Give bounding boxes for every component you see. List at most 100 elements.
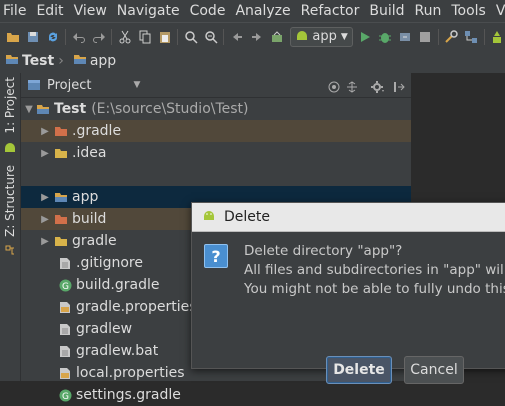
android-icon bbox=[4, 138, 16, 157]
hide-panel-icon[interactable] bbox=[393, 78, 405, 97]
run-config-select[interactable]: app ▼ bbox=[290, 26, 353, 47]
expand-arrow-icon[interactable]: ▶ bbox=[40, 214, 50, 225]
expand-arrow-icon[interactable]: ▶ bbox=[40, 148, 50, 159]
dialog-message: Delete directory "app"? All files and su… bbox=[244, 242, 505, 299]
toolbar-separator bbox=[111, 28, 113, 45]
chevron-down-icon[interactable]: ▼ bbox=[133, 80, 140, 90]
sdk-manager-icon[interactable] bbox=[490, 29, 505, 45]
delete-button[interactable]: Delete bbox=[326, 356, 392, 384]
undo-icon[interactable] bbox=[71, 29, 86, 45]
tree-label: app bbox=[72, 189, 99, 205]
settings-icon[interactable] bbox=[444, 29, 459, 45]
menu-refactor[interactable]: Refactor bbox=[298, 3, 363, 19]
gear-icon[interactable] bbox=[371, 78, 385, 97]
toolbar-separator bbox=[437, 28, 439, 45]
replace-icon[interactable] bbox=[203, 29, 218, 45]
menu-run[interactable]: Run bbox=[412, 3, 445, 19]
redo-icon[interactable] bbox=[91, 29, 106, 45]
folder-module-icon bbox=[36, 103, 50, 115]
side-tool-tabs: 1: Project Z: Structure bbox=[0, 73, 21, 381]
text-file-icon bbox=[58, 345, 72, 357]
tree-label: Test bbox=[54, 101, 87, 117]
breadcrumb-label: app bbox=[89, 53, 117, 69]
menu-code[interactable]: Code bbox=[187, 3, 229, 19]
run-icon[interactable] bbox=[358, 29, 373, 45]
tree-label: .gitignore bbox=[76, 255, 143, 271]
menu-bar: File Edit View Navigate Code Analyze Ref… bbox=[0, 0, 505, 22]
tree-label: build.gradle bbox=[76, 277, 160, 293]
text-file-icon bbox=[58, 323, 72, 335]
folder-orange-icon bbox=[54, 125, 68, 137]
project-structure-icon[interactable] bbox=[464, 29, 479, 45]
text-file-icon bbox=[58, 257, 72, 269]
menu-tools[interactable]: Tools bbox=[448, 3, 489, 19]
android-icon bbox=[295, 28, 309, 46]
menu-view[interactable]: View bbox=[71, 3, 110, 19]
dialog-message-line: All files and subdirectories in "app" wi… bbox=[244, 262, 505, 278]
menu-build[interactable]: Build bbox=[366, 3, 407, 19]
delete-dialog: Delete ? Delete directory "app"? All fil… bbox=[191, 202, 505, 384]
cancel-button[interactable]: Cancel bbox=[404, 356, 464, 384]
expand-arrow-icon[interactable]: ▶ bbox=[40, 236, 50, 247]
tree-row-test[interactable]: ▼ Test (E:\source\Studio\Test) bbox=[21, 98, 411, 120]
copy-icon[interactable] bbox=[137, 29, 152, 45]
breadcrumb: Test › app bbox=[0, 49, 505, 74]
chevron-down-icon: ▼ bbox=[340, 31, 348, 42]
forward-icon[interactable] bbox=[249, 29, 264, 45]
tree-row-dot-gradle[interactable]: ▶ .gradle bbox=[21, 120, 411, 142]
cut-icon[interactable] bbox=[117, 29, 132, 45]
attach-debugger-icon[interactable] bbox=[398, 29, 413, 45]
gradle-icon: G bbox=[58, 389, 72, 402]
properties-file-icon bbox=[58, 301, 72, 313]
tree-path: (E:\source\Studio\Test) bbox=[91, 101, 249, 117]
breadcrumb-item-app[interactable]: app bbox=[73, 53, 116, 69]
menu-analyze[interactable]: Analyze bbox=[232, 3, 293, 19]
menu-file[interactable]: File bbox=[0, 3, 29, 19]
project-view-select[interactable]: Project bbox=[47, 78, 91, 93]
back-icon[interactable] bbox=[229, 29, 244, 45]
expand-arrow-icon[interactable]: ▼ bbox=[24, 104, 34, 115]
sync-icon[interactable] bbox=[45, 29, 60, 45]
toolbar-separator bbox=[223, 28, 225, 45]
folder-icon bbox=[54, 235, 68, 247]
breadcrumb-separator: › bbox=[58, 53, 64, 69]
tree-label: gradle.properties bbox=[76, 299, 197, 315]
dialog-body: ? Delete directory "app"? All files and … bbox=[192, 232, 505, 384]
toolbar-separator bbox=[65, 28, 67, 45]
folder-module-icon bbox=[5, 53, 19, 69]
tree-row-settings-gradle[interactable]: G settings.gradle bbox=[21, 384, 411, 406]
debug-icon[interactable] bbox=[378, 29, 393, 45]
folder-module-icon bbox=[54, 191, 68, 203]
project-panel-header: Project ▼ bbox=[21, 73, 411, 98]
menu-vcs[interactable]: VCS bbox=[493, 3, 505, 19]
make-project-icon[interactable] bbox=[269, 29, 284, 45]
breadcrumb-item-test[interactable]: Test bbox=[5, 53, 54, 69]
save-all-icon[interactable] bbox=[25, 29, 40, 45]
tab-project-label: 1: Project bbox=[3, 77, 17, 134]
menu-edit[interactable]: Edit bbox=[33, 3, 66, 19]
tree-label: local.properties bbox=[76, 365, 185, 381]
run-config-label: app bbox=[312, 29, 337, 44]
open-folder-icon[interactable] bbox=[5, 29, 20, 45]
gradle-icon: G bbox=[58, 279, 72, 292]
toolbar-separator bbox=[177, 28, 179, 45]
expand-arrow-icon[interactable]: ▶ bbox=[40, 126, 50, 137]
collapse-all-icon[interactable] bbox=[346, 78, 358, 97]
tab-structure[interactable]: Z: Structure bbox=[1, 165, 19, 260]
expand-arrow-icon[interactable]: ▶ bbox=[40, 192, 50, 203]
dialog-message-line: Delete directory "app"? bbox=[244, 243, 403, 259]
tab-project[interactable]: 1: Project bbox=[1, 77, 19, 157]
paste-icon[interactable] bbox=[157, 29, 172, 45]
android-icon bbox=[202, 208, 216, 226]
tree-label: settings.gradle bbox=[76, 387, 181, 403]
folder-icon bbox=[54, 147, 68, 159]
project-view-icon bbox=[27, 76, 41, 95]
dialog-message-line: You might not be able to fully undo this bbox=[244, 281, 505, 297]
find-icon[interactable] bbox=[183, 29, 198, 45]
tree-label: gradle bbox=[72, 233, 117, 249]
scroll-from-source-icon[interactable] bbox=[328, 78, 340, 97]
stop-icon[interactable] bbox=[418, 29, 433, 45]
menu-navigate[interactable]: Navigate bbox=[114, 3, 183, 19]
tree-row-idea[interactable]: ▶ .idea bbox=[21, 142, 411, 164]
tree-label: .gradle bbox=[72, 123, 122, 139]
